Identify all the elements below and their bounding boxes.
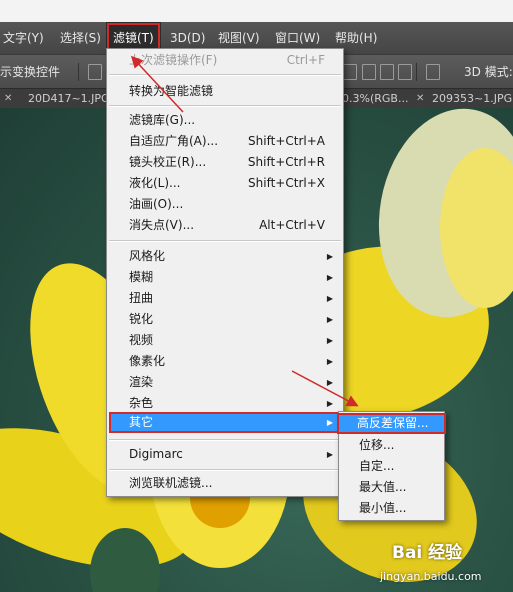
menu-type[interactable]: 文字(Y) <box>3 22 44 54</box>
toolbar-divider <box>416 63 417 81</box>
menu-item-convert-smart-filter[interactable]: 转换为智能滤镜 <box>109 81 341 102</box>
menu-separator <box>109 469 341 471</box>
menu-item-liquify[interactable]: 液化(L)... Shift+Ctrl+X <box>109 173 341 194</box>
menu-separator <box>109 74 341 76</box>
other-submenu: 高反差保留... 位移... 自定... 最大值... 最小值... <box>337 411 446 521</box>
tab-document-3[interactable]: 209353~1.JPG <box>432 89 512 109</box>
tab-close-icon[interactable]: ✕ <box>4 89 12 109</box>
menu-item-last-filter: 上次滤镜操作(F) Ctrl+F <box>129 53 325 67</box>
baidu-watermark: Bai 经验 jingyan.baidu.com <box>372 532 512 590</box>
submenu-item-maximum[interactable]: 最大值... <box>341 477 442 498</box>
menu-item-pixelate[interactable]: 像素化 ▶ <box>109 351 341 372</box>
submenu-item-custom[interactable]: 自定... <box>341 456 442 477</box>
menu-separator <box>109 240 341 242</box>
menu-item-vanishing-point[interactable]: 消失点(V)... Alt+Ctrl+V <box>109 215 341 236</box>
distribute-middle-icon[interactable] <box>362 64 376 80</box>
menu-item-video[interactable]: 视频 ▶ <box>109 330 341 351</box>
menu-item-browse-online-filters[interactable]: 浏览联机滤镜... <box>109 473 341 494</box>
tab-document-2[interactable]: 0.3%(RGB... <box>342 89 408 109</box>
tab-document-1[interactable]: 20D417~1.JPG <box>28 89 110 109</box>
show-transform-controls-label[interactable]: 示变换控件 <box>0 55 60 89</box>
tab-close-icon[interactable]: ✕ <box>416 89 424 109</box>
filter-menu: 上次滤镜操作(F) Ctrl+F 转换为智能滤镜 滤镜库(G)... 自适应广角… <box>106 48 344 497</box>
submenu-item-offset[interactable]: 位移... <box>341 435 442 456</box>
3d-mode-label: 3D 模式: <box>464 65 513 79</box>
distribute-top-icon[interactable] <box>343 64 357 80</box>
menu-item-oil-paint[interactable]: 油画(O)... <box>109 194 341 215</box>
submenu-arrow-icon: ▶ <box>326 273 333 282</box>
menu-item-other[interactable]: 其它 ▶ <box>109 412 341 433</box>
submenu-item-minimum[interactable]: 最小值... <box>341 498 442 519</box>
align-icon[interactable] <box>88 64 102 80</box>
auto-align-icon[interactable] <box>426 64 440 80</box>
top-strip <box>0 0 513 22</box>
submenu-arrow-icon: ▶ <box>326 399 333 408</box>
watermark-logo: Bai 经验 <box>392 543 463 563</box>
menu-select[interactable]: 选择(S) <box>60 22 101 54</box>
submenu-arrow-icon: ▶ <box>326 378 333 387</box>
submenu-arrow-icon: ▶ <box>326 252 333 261</box>
menu-item-filter-gallery[interactable]: 滤镜库(G)... <box>109 110 341 131</box>
submenu-item-high-pass[interactable]: 高反差保留... <box>337 413 446 434</box>
menu-separator <box>109 105 341 107</box>
submenu-arrow-icon: ▶ <box>326 336 333 345</box>
menu-item-adaptive-wide-angle[interactable]: 自适应广角(A)... Shift+Ctrl+A <box>109 131 341 152</box>
menu-separator <box>109 439 341 441</box>
menu-item-render[interactable]: 渲染 ▶ <box>109 372 341 393</box>
menu-item-digimarc[interactable]: Digimarc ▶ <box>109 444 341 465</box>
distribute-bottom-icon[interactable] <box>380 64 394 80</box>
menu-item-distort[interactable]: 扭曲 ▶ <box>109 288 341 309</box>
toolbar-divider <box>78 63 79 81</box>
menu-item-lens-correction[interactable]: 镜头校正(R)... Shift+Ctrl+R <box>109 152 341 173</box>
submenu-arrow-icon: ▶ <box>326 450 333 459</box>
submenu-arrow-icon: ▶ <box>326 315 333 324</box>
menu-item-blur[interactable]: 模糊 ▶ <box>109 267 341 288</box>
submenu-arrow-icon: ▶ <box>326 357 333 366</box>
menu-item-stylize[interactable]: 风格化 ▶ <box>109 246 341 267</box>
menu-item-noise[interactable]: 杂色 ▶ <box>109 393 341 414</box>
submenu-arrow-icon: ▶ <box>326 418 333 427</box>
watermark-url: jingyan.baidu.com <box>380 570 482 583</box>
submenu-arrow-icon: ▶ <box>326 294 333 303</box>
distribute-left-icon[interactable] <box>398 64 412 80</box>
menu-item-sharpen[interactable]: 锐化 ▶ <box>109 309 341 330</box>
